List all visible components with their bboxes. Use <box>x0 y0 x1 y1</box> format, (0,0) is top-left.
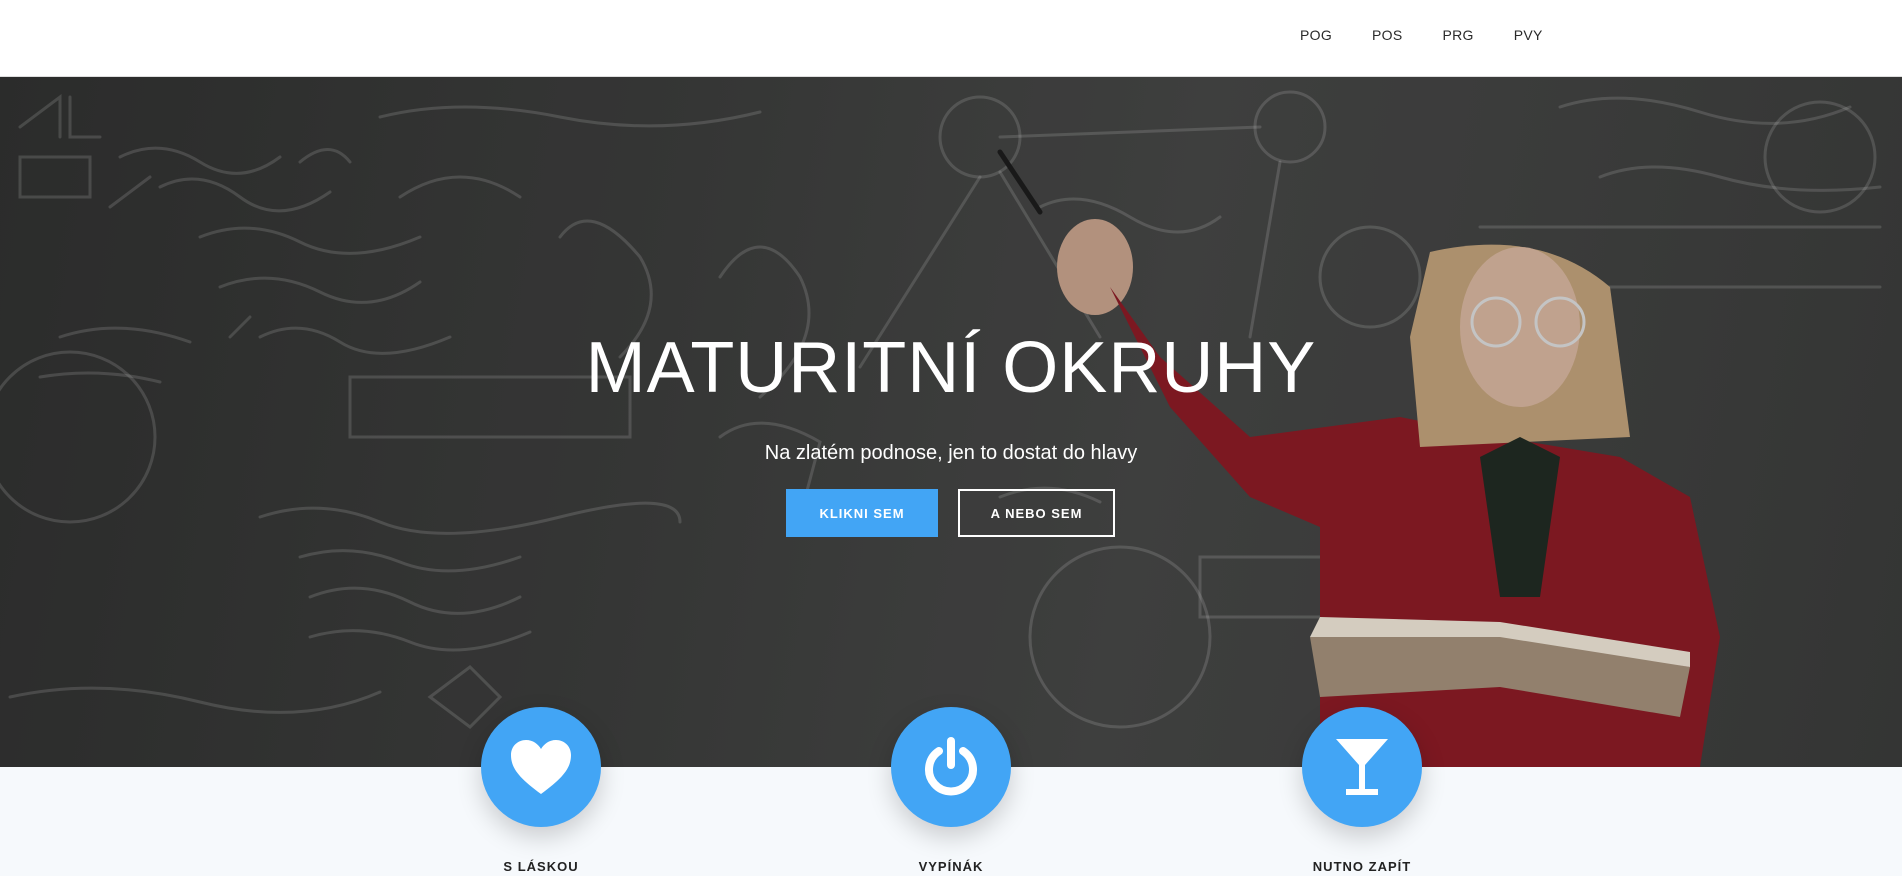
feature-label: VYPÍNÁK <box>918 859 984 874</box>
cocktail-icon <box>1336 739 1388 795</box>
nav-link-pvy[interactable]: PVY <box>1514 27 1543 43</box>
klikni-sem-button[interactable]: KLIKNI SEM <box>786 489 938 537</box>
feature-label: NUTNO ZAPÍT <box>1312 859 1412 874</box>
a-nebo-sem-button[interactable]: A NEBO SEM <box>958 489 1115 537</box>
nav-menu: POG POS PRG PVY <box>1300 27 1583 43</box>
hero-subtitle: Na zlatém podnose, jen to dostat do hlav… <box>764 442 1138 464</box>
hero-section: MATURITNÍ OKRUHY Na zlatém podnose, jen … <box>0 77 1902 767</box>
features-section: S LÁSKOU VYPÍNÁK NUTNO ZAPÍT <box>0 707 1902 876</box>
heart-icon <box>511 740 571 794</box>
hero-overlay <box>0 77 1902 767</box>
top-navbar: POG POS PRG PVY <box>0 0 1902 77</box>
feature-circle[interactable] <box>891 707 1011 827</box>
feature-circle[interactable] <box>1302 707 1422 827</box>
nav-link-prg[interactable]: PRG <box>1443 27 1474 43</box>
nav-link-pog[interactable]: POG <box>1300 27 1332 43</box>
feature-label: S LÁSKOU <box>503 859 579 874</box>
hero-buttons: KLIKNI SEM A NEBO SEM <box>786 489 1115 537</box>
hero-title: MATURITNÍ OKRUHY <box>585 328 1317 408</box>
nav-link-pos[interactable]: POS <box>1372 27 1402 43</box>
feature-circle[interactable] <box>481 707 601 827</box>
power-icon <box>925 737 977 796</box>
